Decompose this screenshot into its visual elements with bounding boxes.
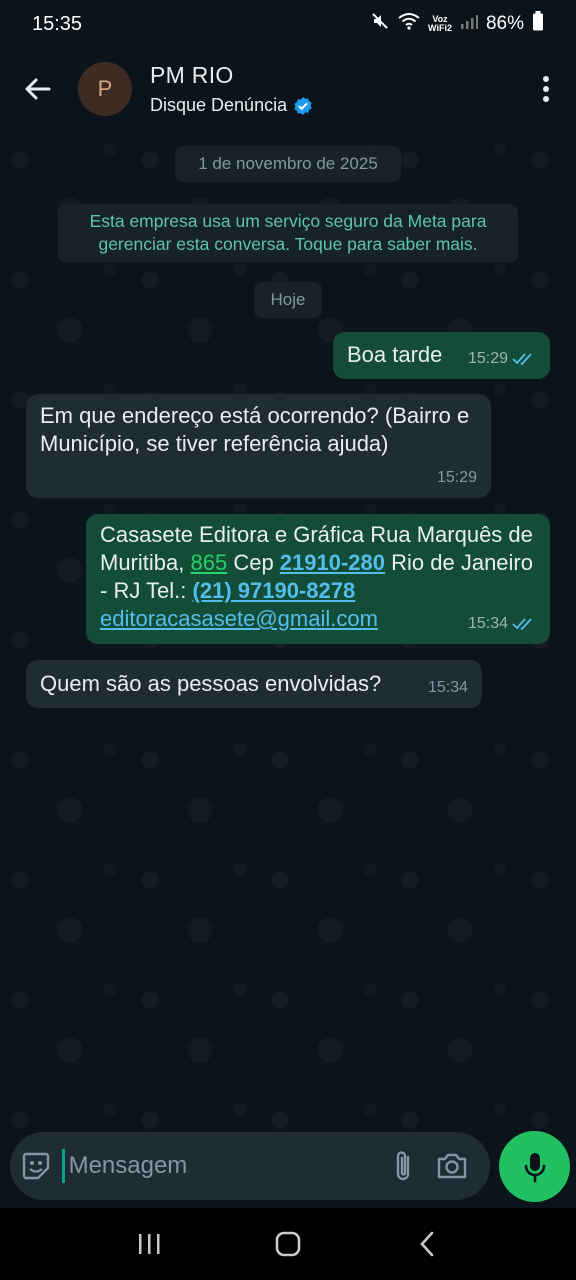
battery-icon — [532, 11, 544, 37]
arrow-left-icon — [25, 78, 51, 100]
mute-icon — [370, 11, 390, 37]
back-button[interactable] — [0, 48, 74, 130]
status-bar: 15:35 Voz WiFi2 86% — [0, 0, 576, 48]
home-icon — [275, 1231, 301, 1257]
message-bubble-incoming[interactable]: Quem são as pessoas envolvidas? 15:34 — [26, 660, 482, 708]
message-time: 15:34 — [427, 679, 468, 696]
message-composer — [10, 1132, 490, 1200]
chat-header: P PM RIO Disque Denúncia — [0, 48, 576, 130]
microphone-icon — [524, 1152, 545, 1182]
message-time: 15:34 — [467, 615, 508, 632]
message-meta: 15:34 — [468, 610, 536, 638]
verified-badge-icon — [294, 96, 312, 115]
home-button[interactable] — [248, 1208, 328, 1280]
message-text: Cep — [227, 550, 280, 575]
message-time: 15:29 — [436, 469, 477, 486]
message-meta: 15:29 — [437, 464, 477, 492]
double-check-icon — [512, 618, 532, 631]
phone-link[interactable]: (21) 97190-8278 — [193, 578, 356, 603]
battery-percent: 86% — [485, 13, 524, 34]
today-separator: Hoje — [254, 282, 322, 318]
message-input[interactable] — [64, 1132, 379, 1200]
address-number-link[interactable]: 865 — [190, 550, 227, 575]
recent-apps-button[interactable] — [109, 1208, 189, 1280]
message-text: Boa tarde — [347, 342, 443, 367]
avatar[interactable]: P — [78, 62, 132, 116]
status-time: 15:35 — [32, 12, 83, 35]
more-vertical-icon — [543, 76, 549, 102]
camera-button[interactable] — [427, 1132, 476, 1200]
voice-message-button[interactable] — [499, 1131, 570, 1202]
contact-subtitle-row: Disque Denúncia — [150, 95, 313, 116]
message-text: Quem são as pessoas envolvidas? — [40, 671, 382, 696]
contact-name: PM RIO — [150, 62, 234, 88]
chevron-left-icon — [419, 1231, 433, 1257]
signal-icon — [460, 13, 478, 36]
date-separator: 1 de novembro de 2025 — [175, 146, 401, 182]
avatar-letter: P — [97, 76, 113, 101]
double-check-icon — [512, 353, 532, 366]
message-meta: 15:29 — [468, 345, 536, 373]
message-time: 15:29 — [467, 350, 508, 367]
cep-link[interactable]: 21910-280 — [280, 550, 385, 575]
recent-apps-icon — [139, 1234, 160, 1254]
message-text: Em que endereço está ocorrendo? (Bairro … — [40, 403, 470, 456]
sticker-icon — [22, 1152, 50, 1180]
message-bubble-outgoing[interactable]: Boa tarde 15:29 — [333, 332, 550, 379]
voz-wifi-indicator: Voz WiFi2 — [428, 15, 452, 33]
wifi-icon — [398, 12, 420, 36]
wifi-calling-label: WiFi2 — [428, 23, 452, 33]
meta-security-notice[interactable]: Esta empresa usa um serviço seguro da Me… — [58, 204, 518, 262]
more-options-button[interactable] — [516, 48, 576, 130]
paperclip-icon — [396, 1151, 410, 1181]
attach-button[interactable] — [379, 1132, 428, 1200]
camera-icon — [437, 1153, 466, 1179]
contact-info[interactable]: PM RIO Disque Denúncia — [150, 62, 313, 116]
message-bubble-incoming[interactable]: Em que endereço está ocorrendo? (Bairro … — [26, 394, 491, 498]
message-bubble-outgoing[interactable]: Casasete Editora e Gráfica Rua Marquês d… — [86, 514, 550, 644]
message-meta: 15:34 — [428, 674, 468, 702]
system-navigation-bar — [0, 1208, 576, 1280]
email-link[interactable]: editoracasasete@gmail.com — [100, 606, 378, 631]
sticker-button[interactable] — [10, 1132, 62, 1200]
contact-subtitle: Disque Denúncia — [150, 95, 288, 115]
chat-area[interactable]: 1 de novembro de 2025 Esta empresa usa u… — [0, 130, 576, 1130]
system-back-button[interactable] — [387, 1208, 467, 1280]
status-icons: Voz WiFi2 86% — [370, 11, 544, 37]
